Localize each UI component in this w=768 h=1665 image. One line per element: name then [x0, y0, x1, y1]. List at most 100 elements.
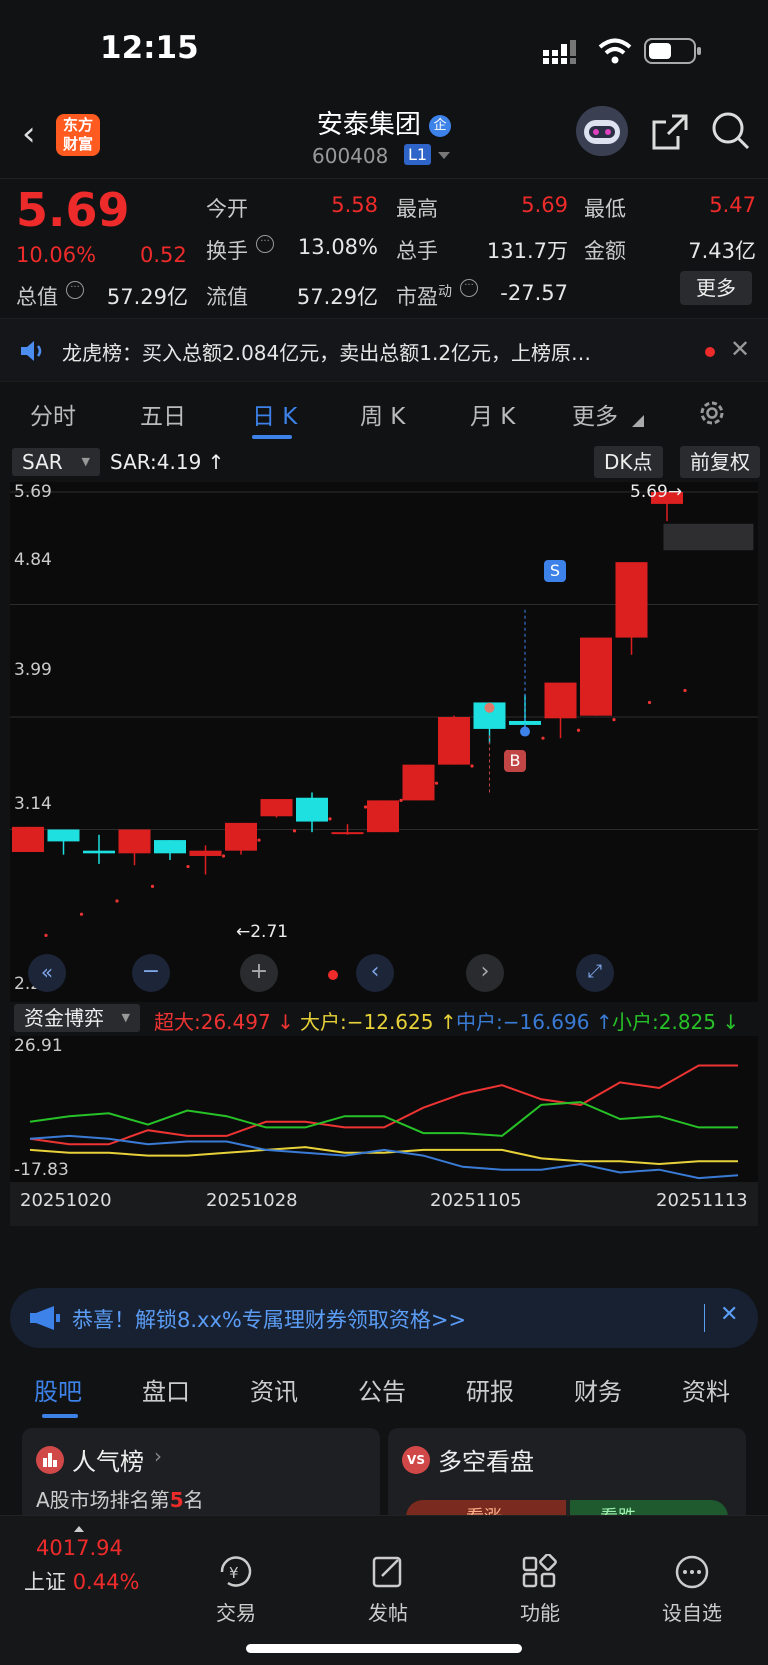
tab-profile[interactable]: 资料: [682, 1372, 730, 1407]
bull-bear-card[interactable]: VS 多空看盘 看涨 看跌: [388, 1428, 746, 1534]
index-block[interactable]: 上证 0.44%: [24, 1566, 139, 1596]
chart-toolbar: SAR ▼ SAR:4.19 ↑ DK点 前复权: [0, 446, 768, 482]
fund-series-line: [29, 1064, 738, 1146]
amount-label: 金额: [584, 239, 626, 263]
corner-triangle-icon: [632, 415, 644, 427]
sar-dot: [434, 781, 439, 785]
dk-points-button[interactable]: DK点: [594, 446, 663, 478]
sar-dot: [470, 764, 474, 768]
volume-value: 131.7万: [486, 239, 568, 263]
total-value-label: 总值: [16, 285, 58, 309]
y-label-top: 5.69: [14, 482, 52, 502]
low-price-note: ←2.71: [236, 922, 289, 942]
gear-icon[interactable]: [696, 397, 728, 433]
active-tab-indicator: [42, 1414, 78, 1418]
tab-monthly-k[interactable]: 月 K: [470, 397, 515, 431]
fullscreen-icon[interactable]: ⤢: [576, 954, 614, 992]
stock-name: 安泰集团: [316, 110, 421, 140]
info-icon[interactable]: ···: [256, 235, 274, 253]
change-amount: 0.52: [140, 243, 187, 267]
tab-timeshare[interactable]: 分时: [30, 397, 76, 431]
community-tabs: 股吧 盘口 资讯 公告 研报 财务 资料: [0, 1356, 768, 1418]
prev-icon[interactable]: ‹: [356, 954, 394, 992]
price-band: [663, 523, 754, 551]
candle-body: [83, 850, 115, 854]
tab-weekly-k[interactable]: 周 K: [360, 397, 405, 431]
sar-dot: [399, 798, 403, 802]
rewind-icon[interactable]: «: [28, 954, 66, 992]
tab-news[interactable]: 资讯: [250, 1372, 298, 1407]
sar-dot: [44, 933, 48, 937]
sar-dot: [576, 728, 581, 732]
candle-body: [580, 637, 612, 716]
tab-orderbook[interactable]: 盘口: [142, 1372, 190, 1407]
sar-dot: [292, 829, 297, 833]
indicator-selector[interactable]: SAR ▼: [12, 448, 100, 476]
next-icon[interactable]: ›: [466, 954, 504, 992]
low-value: 5.47: [709, 193, 756, 217]
adjust-button[interactable]: 前复权: [680, 446, 760, 478]
zoom-in-icon[interactable]: +: [240, 954, 278, 992]
promo-banner[interactable]: 恭喜！解锁8.xx%专属理财券领取资格>> ✕: [10, 1288, 758, 1348]
tab-financials[interactable]: 财务: [574, 1372, 622, 1407]
tab-announcements[interactable]: 公告: [358, 1372, 406, 1407]
nav-functions[interactable]: 功能: [490, 1553, 590, 1626]
candle-body: [225, 822, 257, 851]
nav-post-label: 发帖: [368, 1601, 408, 1625]
amount-value: 7.43亿: [688, 239, 756, 263]
level-badge[interactable]: L1: [404, 144, 432, 165]
candle-body: [331, 832, 364, 835]
robot-assistant-icon[interactable]: [576, 106, 628, 156]
sar-dot: [612, 718, 616, 722]
popularity-card[interactable]: 人气榜 › A股市场排名第5名: [22, 1428, 380, 1528]
candle-body: [118, 829, 151, 854]
nav-add-watchlist[interactable]: 设自选: [642, 1554, 742, 1626]
y-label-2: 4.84: [14, 550, 52, 570]
news-ticker[interactable]: 龙虎榜：买入总额2.084亿元，卖出总额1.2亿元，上榜原… ✕: [0, 318, 768, 382]
large-value: 大户:−12.625 ↑: [300, 1010, 457, 1034]
date-label-1: 20251020: [20, 1190, 112, 1211]
fund-selector[interactable]: 资金博弈 ▼: [14, 1004, 140, 1032]
speaker-icon: [18, 339, 46, 367]
candle-body: [189, 850, 222, 856]
megaphone-icon: [28, 1304, 62, 1336]
tab-five-day[interactable]: 五日: [140, 397, 186, 431]
tab-daily-k[interactable]: 日 K: [252, 397, 297, 431]
date-label-3: 20251105: [430, 1190, 522, 1211]
bull-bear-title: 多空看盘: [438, 1448, 534, 1476]
nav-trade[interactable]: ¥ 交易: [186, 1554, 286, 1626]
tab-forum[interactable]: 股吧: [34, 1372, 82, 1407]
promo-divider: [704, 1304, 705, 1332]
fund-series-line: [29, 1101, 738, 1137]
edit-icon: [372, 1556, 402, 1588]
share-icon[interactable]: [650, 112, 690, 156]
candlestick-chart[interactable]: 5.69 4.84 3.99 3.14 2.29 5.69→ ←2.71 S B…: [10, 482, 758, 1002]
close-icon[interactable]: ✕: [720, 1302, 738, 1327]
home-indicator: [246, 1644, 522, 1653]
nav-post[interactable]: 发帖: [338, 1554, 438, 1626]
zoom-out-icon[interactable]: −: [132, 954, 170, 992]
sar-value: SAR:4.19 ↑: [110, 450, 225, 474]
pe-label-text: 市盈: [396, 285, 438, 309]
buy-marker[interactable]: B: [504, 750, 526, 772]
status-bar: 12:15: [0, 0, 768, 100]
sell-marker[interactable]: S: [544, 560, 566, 582]
close-icon[interactable]: ✕: [730, 335, 750, 363]
fund-flow-chart[interactable]: 26.91 -17.83 20251020 20251028 20251105 …: [10, 1036, 758, 1226]
chevron-down-icon[interactable]: [438, 152, 450, 159]
enterprise-badge: 企: [429, 114, 452, 137]
date-label-2: 20251028: [206, 1190, 298, 1211]
candle-body: [12, 826, 44, 852]
indicator-name: SAR: [22, 450, 63, 474]
more-button[interactable]: 更多: [680, 271, 752, 305]
info-icon[interactable]: ···: [66, 281, 84, 299]
sell-dot: [520, 726, 530, 737]
search-icon[interactable]: [710, 110, 752, 156]
tab-research[interactable]: 研报: [466, 1372, 514, 1407]
sar-dot: [541, 736, 545, 740]
tab-more[interactable]: 更多: [572, 397, 618, 431]
promo-text: 恭喜！解锁8.xx%专属理财券领取资格>>: [72, 1308, 467, 1332]
fund-series-line: [29, 1134, 739, 1180]
small-value: 小户:2.825 ↓: [612, 1010, 740, 1034]
nav-trade-label: 交易: [216, 1601, 256, 1625]
